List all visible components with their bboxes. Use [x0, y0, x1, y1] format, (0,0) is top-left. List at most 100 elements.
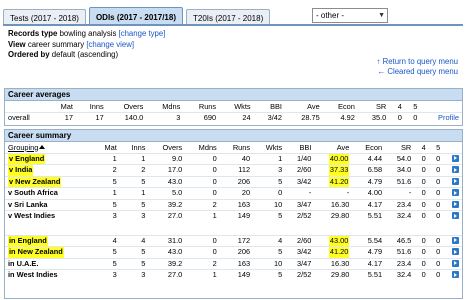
summary-cell: 4	[119, 234, 149, 247]
row-detail-button[interactable]	[443, 269, 462, 281]
row-detail-button[interactable]	[443, 164, 462, 177]
summary-cell: 46.5	[385, 234, 415, 247]
summary-cell: 5	[93, 175, 120, 188]
average-cell-highlighted: 41.20	[314, 175, 353, 188]
career-averages-title: Career averages	[5, 89, 462, 101]
table-row: v England 1 1 9.0 0 40 1 1/40 40.00 4.44 54.0 0 0	[5, 152, 462, 165]
summary-cell: 149	[219, 269, 254, 281]
summary-cell: 0	[428, 210, 444, 223]
summary-cell: 5	[93, 198, 120, 211]
grouping-label: in England	[8, 235, 48, 247]
other-format-select[interactable]: - other - ▼	[312, 8, 388, 23]
view-label: View	[8, 39, 26, 49]
summary-cell: 0	[428, 152, 444, 165]
row-detail-button[interactable]	[443, 175, 462, 188]
summary-cell: 5	[119, 198, 149, 211]
summary-cell: 3/47	[285, 198, 315, 211]
summary-cell: 163	[219, 198, 254, 211]
averages-header-cell: 5	[413, 101, 418, 111]
up-arrow-icon: ↑	[376, 57, 381, 66]
summary-cell: 1	[93, 187, 120, 200]
chevron-down-icon: ▼	[378, 12, 385, 19]
summary-cell: 2/52	[285, 210, 315, 223]
summary-cell: 2	[93, 164, 120, 177]
play-arrow-icon	[452, 189, 459, 197]
summary-cell: 6.58	[352, 164, 386, 177]
summary-cell: -	[385, 187, 415, 200]
summary-cell: 2/60	[285, 164, 315, 177]
grouping-label: v New Zealand	[8, 176, 62, 188]
grouping-cell: v Sri Lanka	[5, 198, 94, 211]
summary-cell: 172	[219, 234, 254, 247]
summary-cell: 0	[414, 187, 429, 200]
row-detail-button[interactable]	[443, 257, 462, 270]
sort-ascending-icon	[39, 144, 46, 149]
play-arrow-icon	[452, 259, 459, 267]
summary-cell: 10	[253, 257, 286, 270]
summary-cell: 40	[219, 152, 254, 165]
row-detail-button[interactable]	[443, 210, 462, 223]
summary-cell: 5	[253, 269, 286, 281]
summary-cell: 0	[428, 175, 444, 188]
grouping-header-label[interactable]: Grouping	[8, 143, 38, 152]
row-detail-button[interactable]	[443, 187, 462, 200]
grouping-label: v England	[8, 153, 46, 165]
summary-cell: 9.0	[148, 152, 186, 165]
summary-cell: 27.0	[148, 210, 186, 223]
change-type-link[interactable]: [change type]	[119, 29, 166, 38]
summary-cell: 3	[119, 210, 149, 223]
averages-cell: 0	[404, 111, 421, 124]
summary-cell: -	[314, 187, 353, 200]
summary-cell: 206	[219, 175, 254, 188]
averages-header-cell	[5, 101, 48, 112]
summary-cell: 3/42	[285, 175, 315, 188]
summary-cell: 51.6	[385, 175, 415, 188]
cleared-query-link[interactable]: Cleared query menu	[387, 67, 458, 76]
summary-cell: 43.0	[148, 175, 186, 188]
grouping-cell: in England	[5, 234, 94, 247]
summary-cell: 32.4	[385, 269, 415, 281]
summary-cell: 17.0	[148, 164, 186, 177]
average-value: 41.20	[328, 247, 350, 258]
summary-cell: 2	[185, 198, 220, 211]
table-row: in U.A.E. 5 5 39.2 2 163 10 3/47 16.30 4.17 23.4 0 0	[5, 257, 462, 270]
summary-cell: 0	[414, 234, 429, 247]
summary-cell: 1	[119, 152, 149, 165]
summary-cell: 5	[119, 257, 149, 270]
averages-cell: 17	[75, 111, 107, 124]
summary-cell: 4	[93, 234, 120, 247]
summary-header-cell: 4	[421, 142, 426, 152]
grouping-sort-header[interactable]: Grouping	[5, 142, 94, 153]
averages-cell: 140.0	[106, 111, 147, 124]
table-row: v South Africa 1 1 5.0 0 20 0- -4.00-0 0	[5, 187, 462, 200]
average-cell-highlighted: 43.00	[314, 234, 353, 247]
summary-cell: 34.0	[385, 164, 415, 177]
row-detail-button[interactable]	[443, 152, 462, 165]
summary-cell: -	[285, 187, 315, 200]
play-arrow-icon	[452, 154, 459, 162]
career-averages-section: Career averages Mat Inns Overs Mdns Runs Wkts…	[4, 88, 463, 126]
grouping-label: v South Africa	[8, 188, 58, 198]
summary-cell: 0	[414, 198, 429, 211]
summary-cell: 0	[428, 164, 444, 177]
row-detail-button[interactable]	[443, 246, 462, 259]
summary-cell: 5	[253, 246, 286, 259]
averages-cell: 690	[183, 111, 220, 124]
summary-cell: 2	[185, 257, 220, 270]
summary-cell: 4.79	[352, 175, 386, 188]
summary-cell: 5	[119, 246, 149, 259]
return-to-query-link[interactable]: Return to query menu	[383, 57, 458, 66]
row-detail-button[interactable]	[443, 198, 462, 211]
play-arrow-icon	[452, 236, 459, 244]
table-row: in West Indies 3 3 27.0 1 149 5 2/52 29.80 5.51 32…	[5, 269, 462, 281]
summary-cell: 3/47	[285, 257, 315, 270]
summary-header-cell: Runs	[232, 142, 251, 152]
return-links: ↑ Return to query menu ← Cleared query men…	[377, 57, 458, 77]
summary-cell: 3	[253, 164, 286, 177]
play-arrow-icon	[452, 200, 459, 208]
profile-link[interactable]: Profile	[420, 111, 462, 124]
row-detail-button[interactable]	[443, 234, 462, 247]
summary-cell: 1	[93, 152, 120, 165]
grouping-cell: v England	[5, 152, 94, 165]
change-view-link[interactable]: [change view]	[86, 40, 134, 49]
